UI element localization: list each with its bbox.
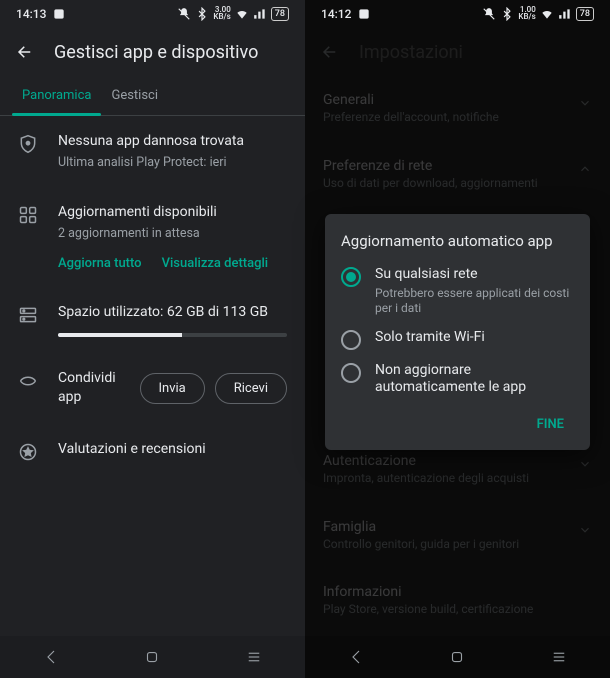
setting-info[interactable]: Informazioni Play Store, versione build,… — [305, 568, 610, 634]
wifi-icon — [540, 7, 554, 21]
view-details-link[interactable]: Visualizza dettagli — [162, 256, 269, 271]
broadcast-icon — [357, 7, 371, 21]
setting-network[interactable]: Preferenze di rete Uso di dati per downl… — [305, 142, 610, 208]
updates-sub: 2 aggiornamenti in attesa — [58, 225, 287, 243]
apps-icon — [18, 205, 38, 225]
tab-overview[interactable]: Panoramica — [12, 76, 101, 115]
signal-icon — [558, 7, 572, 21]
statusbar-right: 14:12 1.00 KB/s 78 — [305, 0, 610, 28]
storage-bar — [58, 333, 287, 337]
updates-section: Aggiornamenti disponibili 2 aggiornament… — [0, 187, 305, 287]
phone-left: 14:13 3.00 KB/s 78 Gestisci app e dispos… — [0, 0, 305, 678]
tab-manage[interactable]: Gestisci — [101, 76, 168, 115]
titlebar-left: Gestisci app e dispositivo — [0, 28, 305, 76]
nav-back-icon[interactable] — [346, 648, 366, 666]
share-label: Condividi app — [58, 369, 140, 408]
net-unit: KB/s — [213, 14, 230, 21]
option-any-network[interactable]: Su qualsiasi rete Potrebbero essere appl… — [341, 266, 574, 317]
star-icon — [18, 442, 38, 462]
mute-icon — [177, 7, 191, 21]
dialog-title: Aggiornamento automatico app — [341, 232, 574, 250]
storage-icon — [18, 305, 38, 325]
status-time: 14:12 — [321, 7, 351, 21]
setting-general[interactable]: Generali Preferenze dell'account, notifi… — [305, 76, 610, 142]
chevron-down-icon — [578, 457, 592, 471]
radio-icon — [341, 267, 361, 287]
shield-icon — [18, 134, 38, 154]
chevron-down-icon — [578, 523, 592, 537]
chevron-up-icon — [578, 162, 592, 176]
storage-label: Spazio utilizzato: 62 GB di 113 GB — [58, 303, 287, 323]
share-section: Condividi app Invia Ricevi — [0, 353, 305, 424]
auto-update-dialog: Aggiornamento automatico app Su qualsias… — [325, 214, 590, 450]
protect-sub: Ultima analisi Play Protect: ieri — [58, 154, 287, 172]
radio-icon — [341, 330, 361, 350]
option-wifi-only[interactable]: Solo tramite Wi-Fi — [341, 329, 574, 350]
reviews-section[interactable]: Valutazioni e recensioni — [0, 424, 305, 478]
status-time: 14:13 — [16, 7, 46, 21]
updates-title: Aggiornamenti disponibili — [58, 203, 287, 223]
navbar-right — [305, 636, 610, 678]
nav-home-icon[interactable] — [447, 648, 467, 666]
page-title: Gestisci app e dispositivo — [54, 42, 258, 63]
nav-recents-icon[interactable] — [244, 648, 264, 666]
receive-button[interactable]: Ricevi — [215, 373, 287, 404]
page-title: Impostazioni — [359, 42, 463, 63]
send-button[interactable]: Invia — [140, 373, 205, 404]
wifi-icon — [235, 7, 249, 21]
reviews-label: Valutazioni e recensioni — [58, 440, 287, 460]
radio-icon — [341, 363, 361, 383]
protect-section[interactable]: Nessuna app dannosa trovata Ultima anali… — [0, 116, 305, 187]
tabs: Panoramica Gestisci — [0, 76, 305, 116]
chevron-down-icon — [578, 96, 592, 110]
bluetooth-icon — [500, 7, 514, 21]
share-icon — [18, 371, 38, 391]
update-all-link[interactable]: Aggiorna tutto — [58, 256, 142, 271]
statusbar-left: 14:13 3.00 KB/s 78 — [0, 0, 305, 28]
net-unit: KB/s — [518, 14, 535, 21]
nav-home-icon[interactable] — [142, 648, 162, 666]
phone-right: 14:12 1.00 KB/s 78 Impostazioni Generali… — [305, 0, 610, 678]
battery-icon: 78 — [576, 7, 594, 21]
back-icon[interactable] — [16, 43, 34, 61]
signal-icon — [253, 7, 267, 21]
nav-recents-icon[interactable] — [549, 648, 569, 666]
mute-icon — [482, 7, 496, 21]
back-icon[interactable] — [321, 43, 339, 61]
storage-section[interactable]: Spazio utilizzato: 62 GB di 113 GB — [0, 287, 305, 353]
broadcast-icon — [52, 7, 66, 21]
bluetooth-icon — [195, 7, 209, 21]
battery-icon: 78 — [271, 7, 289, 21]
setting-family[interactable]: Famiglia Controllo genitori, guida per i… — [305, 503, 610, 569]
done-button[interactable]: FINE — [527, 409, 574, 440]
protect-title: Nessuna app dannosa trovata — [58, 132, 287, 152]
nav-back-icon[interactable] — [41, 648, 61, 666]
option-no-update[interactable]: Non aggiornare automaticamente le app — [341, 362, 574, 397]
titlebar-right: Impostazioni — [305, 28, 610, 76]
navbar-left — [0, 636, 305, 678]
